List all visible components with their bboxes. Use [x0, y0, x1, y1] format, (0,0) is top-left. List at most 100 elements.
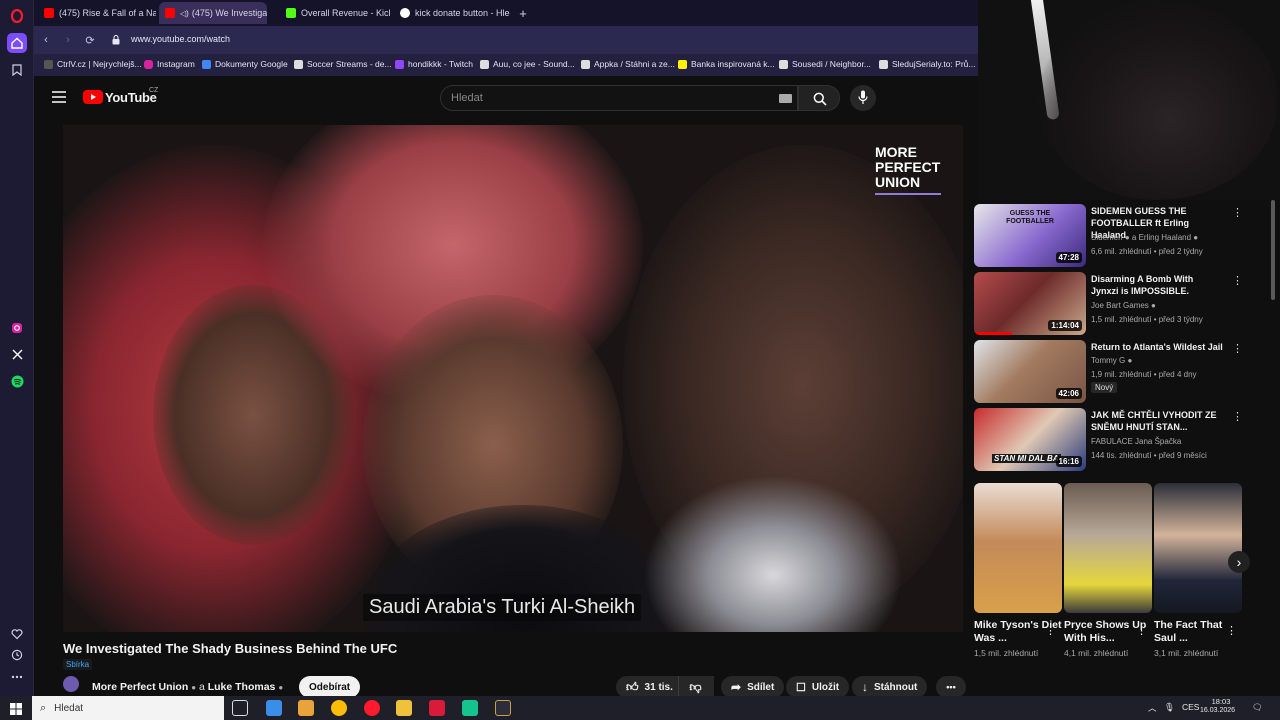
youtube-header: YouTube CZ Hledat	[34, 76, 978, 120]
search-button[interactable]	[798, 85, 840, 111]
video-thumbnail[interactable]: 42:06	[974, 340, 1086, 403]
download-button[interactable]: ↓ Stáhnout	[852, 676, 928, 698]
voice-search-button[interactable]	[850, 85, 876, 111]
recommended-video[interactable]: 42:06 Return to Atlanta's Wildest Jail T…	[974, 340, 1254, 404]
short-thumbnail[interactable]	[974, 483, 1062, 613]
youtube-logo-icon[interactable]	[83, 90, 103, 104]
bookmark-appka[interactable]: Appka / Stáhni a ze...	[581, 59, 675, 69]
chat-app-icon[interactable]	[462, 700, 478, 716]
microphone-tray-icon[interactable]: 🎙︎	[1164, 702, 1175, 713]
kebab-menu-icon[interactable]: ⋮	[1232, 274, 1243, 287]
recommended-video[interactable]: GUESS THE FOOTBALLER 47:28 SIDEMEN GUESS…	[974, 204, 1254, 268]
video-meta: 144 tis. zhlédnutí • před 9 měsíci	[1091, 451, 1207, 460]
shorts-next-button[interactable]: ›	[1228, 551, 1250, 573]
more-actions-button[interactable]: •••	[936, 676, 966, 698]
bookmark-google-docs[interactable]: Dokumenty Google	[202, 59, 288, 69]
forward-icon[interactable]: ›	[60, 32, 76, 48]
home-icon[interactable]	[7, 33, 27, 53]
bookmark-banka[interactable]: Banka inspirovaná k...	[678, 59, 775, 69]
more-icon[interactable]	[7, 667, 27, 687]
kebab-menu-icon[interactable]: ⋮	[1232, 206, 1243, 219]
bookmark-instagram[interactable]: Instagram	[144, 59, 195, 69]
short-thumbnail[interactable]	[1154, 483, 1242, 613]
file-explorer-icon[interactable]	[396, 700, 412, 716]
kebab-menu-icon[interactable]: ⋮	[1232, 410, 1243, 423]
kebab-menu-icon[interactable]: ⋮	[1232, 342, 1243, 355]
channel-avatar[interactable]	[63, 676, 79, 692]
tab-overall-revenue[interactable]: Overall Revenue - Kick Da	[280, 2, 390, 24]
bookmark-sousedi[interactable]: Sousedi / Neighbor...	[779, 59, 871, 69]
kebab-menu-icon[interactable]: ⋮	[1045, 624, 1056, 637]
video-thumbnail[interactable]: STAN MI DAL BA 16:16	[974, 408, 1086, 471]
tab-we-investigated[interactable]: ◁) (475) We Investigated	[159, 2, 267, 24]
bookmark-soundcloud[interactable]: Auu, co jee - Sound...	[480, 59, 575, 69]
channel-names[interactable]: More Perfect Union ● a Luke Thomas ●	[92, 681, 283, 693]
windows-start-icon[interactable]	[10, 702, 22, 715]
search-icon	[813, 92, 827, 106]
video-player[interactable]: MORE PERFECT UNION Saudi Arabia's Turki …	[63, 125, 963, 632]
verified-icon: ●	[1151, 301, 1156, 310]
notifications-icon[interactable]: 🗨︎	[1252, 702, 1263, 713]
media-app-icon[interactable]	[429, 700, 445, 716]
channel-name[interactable]: FABULACE Jana Špačka	[1091, 437, 1181, 446]
collection-tag[interactable]: Sbírka	[63, 659, 93, 670]
kebab-menu-icon[interactable]: ⋮	[1136, 624, 1147, 637]
lock-icon[interactable]	[108, 32, 124, 48]
url-field[interactable]: www.youtube.com/watch	[131, 34, 230, 44]
subscribe-button[interactable]: Odebírat	[299, 676, 361, 698]
tab-kick-donate[interactable]: kick donate button - Hled	[394, 2, 510, 24]
keyboard-icon[interactable]	[779, 94, 792, 103]
bookmark-soccer-streams[interactable]: Soccer Streams - de...	[294, 59, 392, 69]
opera-menu-icon[interactable]	[7, 6, 27, 26]
webcam-overlay	[978, 0, 1280, 200]
short-thumbnail[interactable]	[1064, 483, 1152, 613]
spotify-icon[interactable]	[7, 371, 27, 391]
save-button[interactable]: ☐ Uložit	[786, 676, 850, 698]
hamburger-menu-icon[interactable]	[52, 90, 66, 103]
webcam-person	[1038, 0, 1278, 200]
bookmark-twitch[interactable]: hondikkk - Twitch	[395, 59, 473, 69]
favorites-icon[interactable]	[7, 624, 27, 644]
channel-name[interactable]: Joe Bart Games ●	[1091, 301, 1156, 310]
page-icon	[879, 59, 888, 69]
new-tab-button[interactable]: +	[512, 2, 534, 24]
reload-icon[interactable]: ⟳	[82, 32, 98, 48]
docs-icon	[202, 59, 211, 69]
youtube-favicon-icon	[165, 8, 175, 18]
page-icon	[294, 59, 303, 69]
video-thumbnail[interactable]: GUESS THE FOOTBALLER 47:28	[974, 204, 1086, 267]
instagram-icon[interactable]	[7, 318, 27, 338]
youtube-favicon-icon	[44, 8, 54, 18]
history-icon[interactable]	[7, 645, 27, 665]
recommended-video[interactable]: STAN MI DAL BA 16:16 JAK MĚ CHTĚLI VYHOD…	[974, 408, 1254, 472]
language-indicator[interactable]: CES	[1182, 702, 1199, 712]
channel-name[interactable]: Sidemen ● a Erling Haaland ●	[1091, 233, 1198, 242]
tab-rise-and-fall[interactable]: (475) Rise & Fall of a Narc	[38, 2, 156, 24]
store-app-icon[interactable]	[298, 700, 314, 716]
dislike-button[interactable]: 👎︎	[678, 676, 712, 698]
kebab-menu-icon[interactable]: ⋮	[1226, 624, 1237, 637]
bookmark-sledujserialy[interactable]: SledujSerialy.to: Prů...	[879, 59, 975, 69]
search-input[interactable]: Hledat	[440, 85, 798, 111]
recommended-video[interactable]: 1:14:04 Disarming A Bomb With Jynxzi is …	[974, 272, 1254, 336]
tray-chevron-icon[interactable]: ︿	[1148, 702, 1157, 714]
channel-name[interactable]: Tommy G ●	[1091, 356, 1132, 365]
weather-app-icon[interactable]	[266, 700, 282, 716]
opera-app-icon[interactable]	[364, 700, 380, 716]
game-app-icon[interactable]	[495, 700, 511, 716]
chrome-app-icon[interactable]	[331, 700, 347, 716]
pinboards-icon[interactable]	[7, 60, 27, 80]
share-button[interactable]: ➦ Sdílet	[721, 676, 785, 698]
back-icon[interactable]: ‹	[38, 32, 54, 48]
task-view-icon[interactable]	[232, 700, 248, 716]
bookmark-ctrlv[interactable]: CtrlV.cz | Nejrychlejš...	[44, 59, 142, 69]
video-thumbnail[interactable]: 1:14:04	[974, 272, 1086, 335]
clock[interactable]: 18:03	[1206, 697, 1236, 707]
taskbar-search-input[interactable]: ⌕ Hledat	[32, 696, 224, 720]
page-scrollbar[interactable]	[1271, 200, 1275, 300]
x-twitter-icon[interactable]	[7, 344, 27, 364]
verified-icon: ●	[1127, 356, 1133, 365]
speaker-icon[interactable]: ◁)	[180, 9, 189, 18]
verified-icon: ●	[191, 683, 197, 692]
page-icon	[581, 59, 590, 69]
